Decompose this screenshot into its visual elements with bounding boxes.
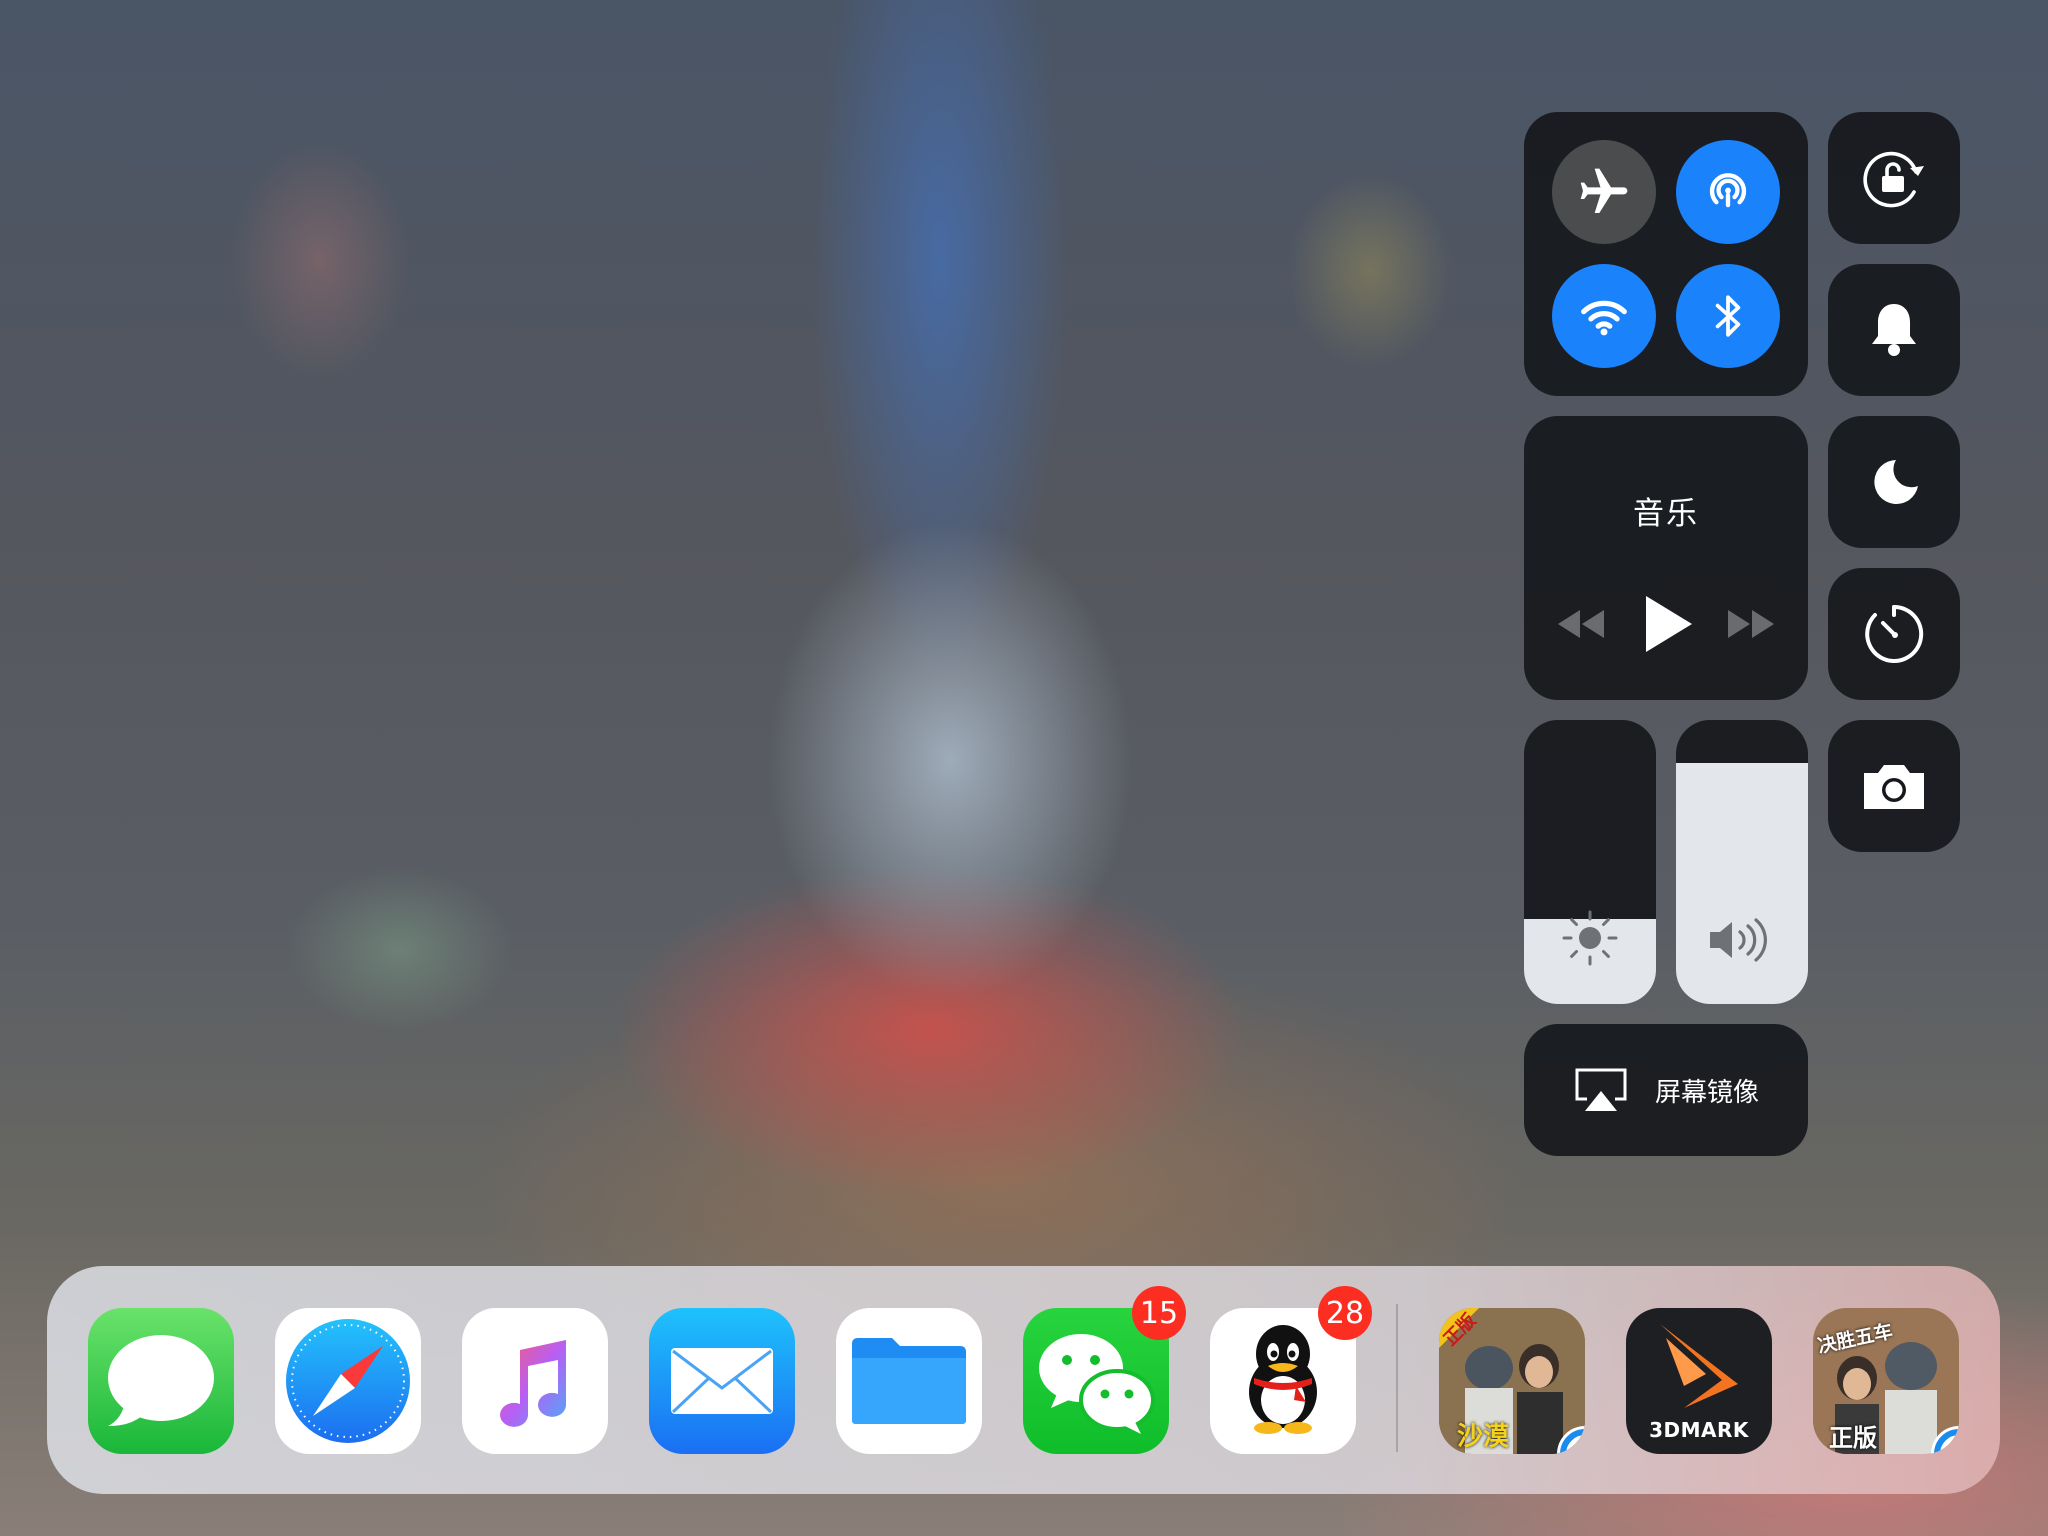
fast-forward-icon[interactable] (1726, 604, 1778, 644)
brightness-slider[interactable] (1524, 720, 1656, 1004)
screen-mirroring-label: 屏幕镜像 (1654, 1077, 1759, 1108)
airplane-icon (1580, 168, 1628, 213)
messages-app[interactable] (88, 1308, 234, 1454)
bell-icon (1872, 304, 1916, 356)
orientation-lock-button[interactable] (1828, 112, 1960, 244)
screen-mirroring-button[interactable]: 屏幕镜像 (1524, 1024, 1808, 1156)
3dmark-app[interactable]: 3DMARK (1626, 1308, 1772, 1454)
files-icon (852, 1338, 966, 1424)
do-not-disturb-button[interactable] (1828, 416, 1960, 548)
pubg-desert-app[interactable]: 正版 沙漠 (1439, 1308, 1585, 1454)
play-icon[interactable] (1642, 592, 1696, 656)
dock-divider (1396, 1304, 1398, 1452)
camera-button[interactable] (1828, 720, 1960, 852)
3dmark-label: 3DMARK (1649, 1418, 1749, 1442)
music-module[interactable]: 音乐 (1524, 416, 1808, 700)
airdrop-button[interactable] (1676, 140, 1780, 244)
files-app[interactable] (836, 1308, 982, 1454)
silent-mode-button[interactable] (1828, 264, 1960, 396)
timer-icon (1865, 604, 1924, 663)
camera-icon (1864, 765, 1924, 809)
sun-icon (1562, 910, 1618, 966)
connectivity-module (1524, 112, 1808, 396)
airplay-icon (1575, 1068, 1627, 1111)
wifi-button[interactable] (1552, 264, 1656, 368)
volume-slider[interactable] (1676, 720, 1808, 1004)
orientation-lock-icon (1863, 151, 1924, 208)
bluetooth-icon (1715, 295, 1741, 337)
timer-button[interactable] (1828, 568, 1960, 700)
music-title: 音乐 (1633, 496, 1699, 532)
pubg-mobile-label-bottom: 正版 (1829, 1424, 1877, 1452)
airplane-mode-button[interactable] (1552, 140, 1656, 244)
mail-app[interactable] (649, 1308, 795, 1454)
wifi-icon (1581, 300, 1627, 336)
moon-icon (1874, 460, 1918, 504)
wechat-badge: 15 (1132, 1286, 1186, 1340)
bluetooth-button[interactable] (1676, 264, 1780, 368)
qq-badge: 28 (1318, 1286, 1372, 1340)
rewind-icon[interactable] (1554, 604, 1606, 644)
airdrop-icon (1709, 173, 1747, 208)
pubg-desert-label-bottom: 沙漠 (1457, 1422, 1510, 1452)
volume-fill (1676, 762, 1808, 1004)
music-icon (500, 1340, 567, 1427)
music-app[interactable] (462, 1308, 608, 1454)
safari-icon (286, 1319, 410, 1443)
mail-icon (671, 1348, 773, 1414)
pubg-mobile-app[interactable]: 决胜五车 正版 (1813, 1308, 1959, 1454)
messages-icon (108, 1335, 214, 1426)
speaker-icon (1710, 918, 1767, 962)
safari-app[interactable] (275, 1308, 421, 1454)
